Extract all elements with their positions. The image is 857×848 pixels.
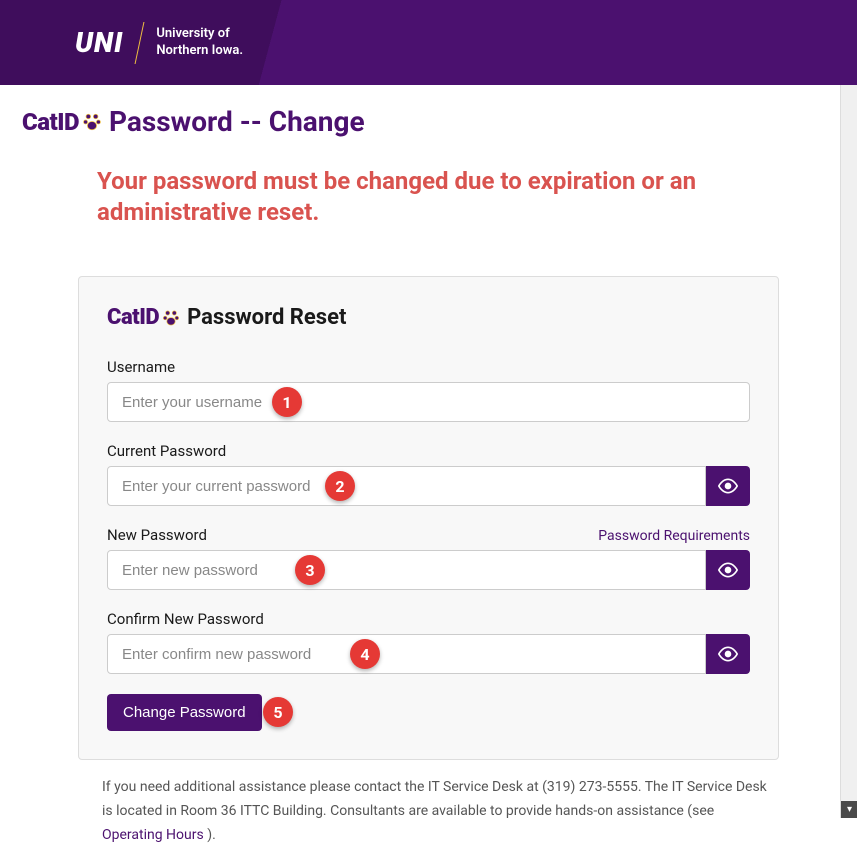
eye-icon [718,476,738,496]
toggle-confirm-password-visibility-button[interactable] [706,634,750,674]
operating-hours-link[interactable]: Operating Hours [102,827,204,843]
eye-icon [718,560,738,580]
footer-help-text: If you need additional assistance please… [22,760,835,847]
username-label: Username [107,358,175,376]
uni-logo-text: UNI [75,26,123,59]
site-header: UNI University of Northern Iowa. [0,0,857,85]
eye-icon [718,644,738,664]
scrollbar-down-icon[interactable]: ▾ [841,801,857,818]
vertical-scrollbar[interactable]: ▴ ▾ [840,0,857,818]
university-name: University of Northern Iowa. [156,26,243,60]
confirm-password-input[interactable] [107,634,706,674]
toggle-new-password-visibility-button[interactable] [706,550,750,590]
paw-icon [81,111,103,133]
new-password-label: New Password [107,526,207,544]
alert-message: Your password must be changed due to exp… [22,166,835,228]
toggle-current-password-visibility-button[interactable] [706,466,750,506]
change-password-button[interactable]: Change Password [107,694,262,731]
current-password-input[interactable] [107,466,706,506]
password-reset-card: CatID Password Reset Username [78,276,779,760]
paw-icon [161,308,181,328]
password-requirements-link[interactable]: Password Requirements [598,528,750,544]
catid-logo-text: CatID [107,305,159,330]
catid-logo-text: CatID [22,108,79,136]
username-input[interactable] [107,382,750,422]
current-password-label: Current Password [107,442,226,460]
page-title: Password -- Change [109,105,365,138]
page-title-row: CatID Password -- Change [22,105,835,138]
header-divider [135,22,145,64]
card-title: Password Reset [187,305,346,330]
new-password-input[interactable] [107,550,706,590]
confirm-password-label: Confirm New Password [107,610,264,628]
annotation-5: 5 [263,697,293,727]
